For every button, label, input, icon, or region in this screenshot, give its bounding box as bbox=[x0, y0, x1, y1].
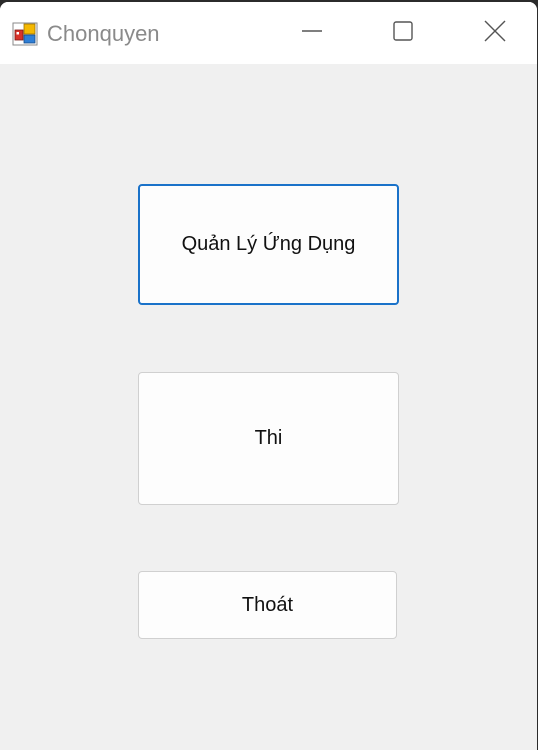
maximize-icon bbox=[392, 20, 414, 47]
window-title: Chonquyen bbox=[47, 21, 160, 46]
maximize-button[interactable] bbox=[357, 2, 449, 64]
form-client-area: Quản Lý Ứng Dụng Thi Thoát bbox=[0, 64, 537, 750]
app-window: Chonquyen Quản Lý Ứng Dụng Thi Thoát bbox=[0, 2, 537, 750]
app-icon[interactable] bbox=[12, 21, 38, 47]
exam-button[interactable]: Thi bbox=[138, 372, 399, 505]
exam-button-label: Thi bbox=[254, 427, 283, 449]
minimize-icon bbox=[301, 20, 323, 47]
close-icon bbox=[484, 20, 506, 47]
manage-apps-button[interactable]: Quản Lý Ứng Dụng bbox=[138, 184, 399, 305]
title-bar[interactable]: Chonquyen bbox=[0, 2, 537, 64]
exit-button[interactable]: Thoát bbox=[138, 571, 397, 639]
close-button[interactable] bbox=[449, 2, 537, 64]
manage-apps-button-label: Quản Lý Ứng Dụng bbox=[181, 233, 356, 255]
minimize-button[interactable] bbox=[266, 2, 358, 64]
exit-button-label: Thoát bbox=[241, 593, 294, 616]
